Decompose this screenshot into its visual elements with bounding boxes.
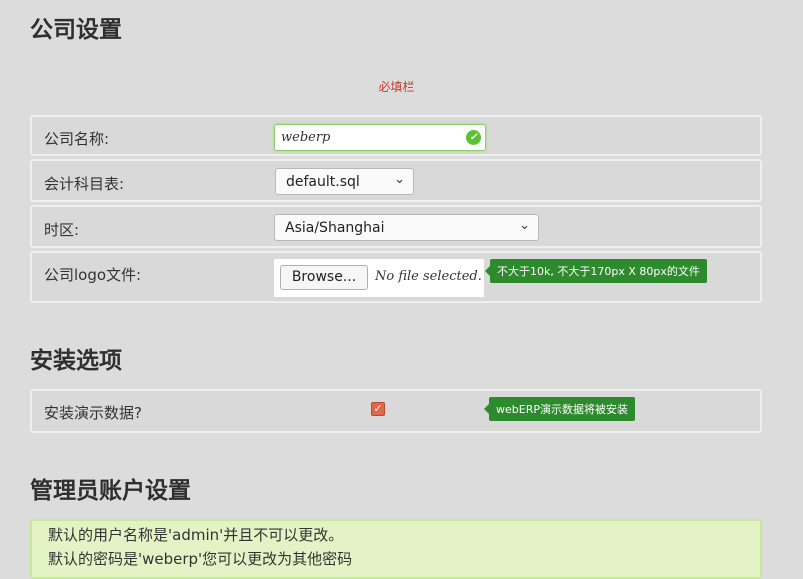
chart-of-accounts-label: 会计科目表:	[44, 175, 125, 193]
company-name-value: weberp	[281, 130, 331, 145]
timezone-label: 时区:	[44, 221, 80, 239]
company-name-input[interactable]: weberp ✓	[274, 124, 486, 151]
admin-info-box: 默认的用户名称是'admin'并且不可以更改。 默认的密码是'weberp'您可…	[30, 519, 762, 579]
admin-info-line-1: 默认的用户名称是'admin'并且不可以更改。	[48, 526, 344, 544]
browse-button[interactable]: Browse...	[280, 265, 368, 290]
checkmark-icon: ✓	[373, 402, 383, 415]
chart-of-accounts-select[interactable]: default.sql ⌄	[275, 168, 414, 195]
company-name-row: 公司名称: weberp ✓	[30, 115, 762, 156]
logo-size-tooltip: 不大于10k, 不大于170px X 80px的文件	[485, 259, 707, 283]
chevron-down-icon: ⌄	[394, 172, 405, 187]
demo-data-row: 安装演示数据? ✓ webERP演示数据将被安装	[30, 389, 762, 433]
check-circle-icon: ✓	[466, 130, 481, 145]
chevron-down-icon: ⌄	[519, 218, 530, 233]
company-logo-label: 公司logo文件:	[44, 266, 142, 284]
logo-file-input[interactable]: Browse... No file selected.	[274, 259, 484, 297]
chart-of-accounts-row: 会计科目表: default.sql ⌄	[30, 159, 762, 202]
chart-of-accounts-selected: default.sql	[286, 174, 360, 190]
required-fields-note: 必填栏	[378, 80, 415, 94]
demo-data-checkbox[interactable]: ✓	[371, 402, 385, 416]
timezone-selected: Asia/Shanghai	[285, 220, 385, 236]
demo-data-label: 安装演示数据?	[44, 404, 142, 422]
admin-info-line-2: 默认的密码是'weberp'您可以更改为其他密码	[48, 550, 353, 568]
admin-account-title: 管理员账户设置	[30, 478, 191, 504]
company-logo-row: 公司logo文件: Browse... No file selected. 不大…	[30, 251, 762, 303]
timezone-select[interactable]: Asia/Shanghai ⌄	[274, 214, 539, 241]
company-name-label: 公司名称:	[44, 130, 110, 148]
no-file-selected-text: No file selected.	[375, 269, 482, 284]
install-options-title: 安装选项	[30, 348, 122, 374]
timezone-row: 时区: Asia/Shanghai ⌄	[30, 205, 762, 248]
demo-data-tooltip: webERP演示数据将被安装	[484, 397, 635, 421]
company-settings-title: 公司设置	[30, 17, 122, 43]
